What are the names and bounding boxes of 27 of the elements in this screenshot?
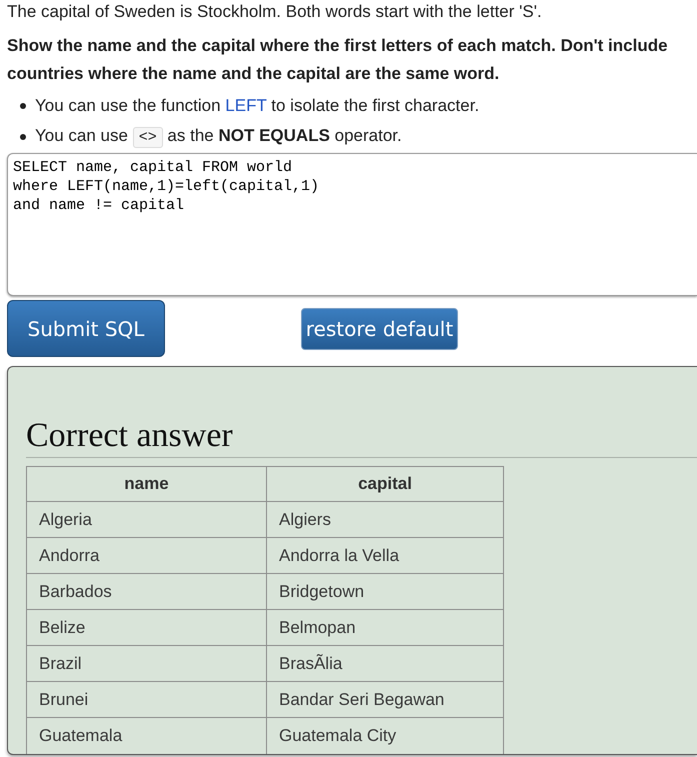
intro-text: The capital of Sweden is Stockholm. Both words start with the letter 'S'. bbox=[6, 1, 542, 23]
hint-text: You can use the function LEFT to isolate the first character. bbox=[35, 95, 480, 117]
hint-text: You can use <> as the NOT EQUALS operator. bbox=[35, 125, 402, 150]
reset-button[interactable]: restore default bbox=[301, 308, 458, 350]
answer-heading: Correct answer bbox=[26, 416, 233, 456]
table-cell: Andorra bbox=[26, 538, 266, 574]
table-cell: Bridgetown bbox=[266, 574, 504, 610]
table-cell: Andorra la Vella bbox=[266, 538, 504, 574]
table-cell: Barbados bbox=[26, 574, 266, 610]
function-link[interactable]: LEFT bbox=[225, 96, 267, 115]
column-header: name bbox=[26, 466, 266, 502]
bullet-icon bbox=[20, 134, 26, 140]
sql-editor[interactable]: SELECT name, capital FROM world where LEFT(name,1)=left(capital,1) and name != capital bbox=[7, 153, 697, 296]
task-text: Show the name and the capital where the first letters of each match. Don't include countries where the name and the capital are the same word. bbox=[7, 35, 669, 85]
table-cell: Bandar Seri Begawan bbox=[266, 682, 504, 718]
table-cell: Brunei bbox=[26, 682, 266, 718]
column-header: capital bbox=[266, 466, 504, 502]
table-cell: Algeria bbox=[26, 502, 266, 538]
table-cell: Guatemala bbox=[26, 718, 266, 754]
table-cell: Brazil bbox=[26, 646, 266, 682]
bullet-icon bbox=[20, 103, 26, 109]
table-cell: Belize bbox=[26, 610, 266, 646]
table-cell: Belmopan bbox=[266, 610, 504, 646]
submit-button[interactable]: Submit SQL bbox=[7, 300, 165, 357]
table-cell: Algiers bbox=[266, 502, 504, 538]
code-snippet: <> bbox=[132, 127, 163, 148]
table-cell: BrasÃlia bbox=[266, 646, 504, 682]
